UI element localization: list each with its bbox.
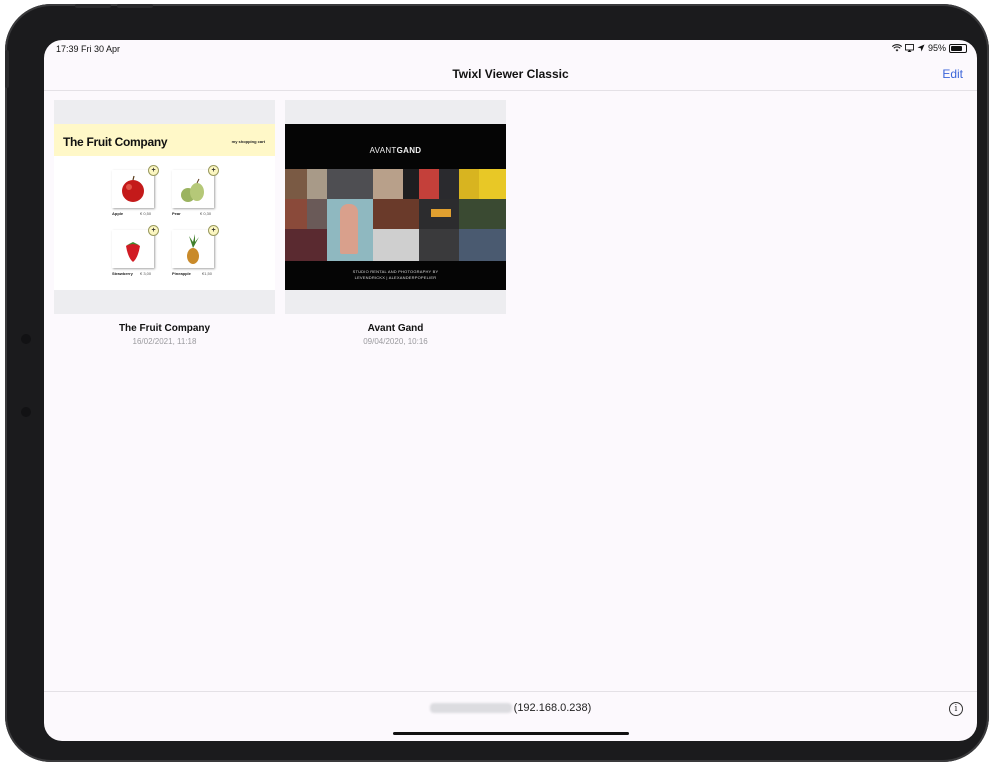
product-name: Strawberry [112, 271, 133, 276]
top-button [75, 4, 111, 8]
publication-date: 16/02/2021, 11:18 [132, 337, 197, 346]
photo-tile [285, 169, 307, 199]
status-time: 17:39 Fri 30 Apr [56, 44, 121, 54]
ipad-device-frame: 17:39 Fri 30 Apr 95% Twixl Viewer Classi… [5, 4, 989, 762]
photo-tile [459, 169, 479, 199]
server-info: (192.168.0.238) [44, 702, 977, 714]
photo-tile [373, 169, 403, 199]
pear-icon [181, 178, 204, 202]
add-to-cart-icon: + [208, 225, 219, 236]
photo-tile [419, 229, 459, 261]
product-card-apple: + [112, 165, 159, 208]
battery-icon [949, 43, 967, 53]
photo-mosaic [285, 169, 506, 261]
battery-percentage: 95% [927, 43, 946, 53]
product-card-pear: + [172, 165, 219, 208]
product-price: € 0,30 [200, 211, 212, 216]
photo-tile [373, 229, 419, 261]
photo-tile [373, 199, 419, 229]
product-name: Apple [112, 211, 124, 216]
home-indicator[interactable] [393, 732, 629, 735]
side-volume-button [5, 50, 9, 88]
publication-thumbnail[interactable]: AVANTGAND STUDIO RENTAL AND PHOTOGRAPHY … [285, 100, 506, 314]
wifi-icon [891, 44, 902, 52]
bottom-toolbar: (192.168.0.238) i [44, 691, 977, 741]
photo-tile [439, 169, 459, 199]
apple-icon [122, 175, 144, 202]
product-price: € 0,50 [140, 211, 152, 216]
redacted-server-name [429, 703, 512, 714]
cover-brand-name: The Fruit Company [63, 135, 168, 149]
status-indicators: 95% [891, 43, 967, 53]
add-to-cart-icon: + [148, 165, 159, 176]
camera-dot [21, 334, 31, 344]
photo-tile [459, 229, 506, 261]
navigation-bar: Twixl Viewer Classic Edit [44, 60, 977, 91]
publication-date: 09/04/2020, 10:16 [363, 337, 428, 346]
photo-tile [419, 169, 439, 199]
cover-logo-bold: GAND [396, 146, 422, 155]
edit-button[interactable]: Edit [942, 67, 963, 81]
product-name: Pear [172, 211, 181, 216]
product-card-pineapple: + [172, 225, 219, 268]
publication-title: The Fruit Company [118, 323, 211, 334]
screen-mirroring-icon [905, 44, 914, 52]
cover-caption: STUDIO RENTAL AND PHOTOGRAPHY BY [352, 269, 439, 274]
fruit-company-cover: The Fruit Company my shopping cart + App… [54, 124, 275, 290]
product-name: Pineapple [172, 271, 191, 276]
avant-gand-cover: AVANTGAND STUDIO RENTAL AND PHOTOGRAPHY … [285, 124, 506, 290]
photo-tile [307, 199, 327, 229]
page-title: Twixl Viewer Classic [452, 67, 569, 81]
location-arrow-icon [917, 44, 925, 52]
product-price: €1,50 [202, 271, 213, 276]
photo-tile [431, 209, 451, 217]
cover-logo-light: AVANT [369, 146, 397, 155]
info-icon[interactable]: i [949, 702, 963, 716]
photo-tile [479, 169, 506, 199]
photo-tile [327, 169, 373, 199]
photo-tile [285, 199, 307, 229]
product-card-strawberry: + [112, 225, 159, 268]
photo-tile [403, 169, 419, 199]
app-screen: 17:39 Fri 30 Apr 95% Twixl Viewer Classi… [44, 40, 977, 741]
publication-title: Avant Gand [367, 323, 424, 334]
cover-banner: The Fruit Company my shopping cart [54, 124, 275, 156]
photo-tile [307, 169, 327, 199]
pineapple-icon [187, 234, 199, 264]
camera-dot [21, 407, 31, 417]
photo-tile [340, 204, 358, 254]
publication-item-avant-gand[interactable]: AVANTGAND STUDIO RENTAL AND PHOTOGRAPHY … [285, 100, 506, 346]
add-to-cart-icon: + [148, 225, 159, 236]
product-price: € 3,00 [140, 271, 152, 276]
publication-item-fruit-company[interactable]: The Fruit Company my shopping cart + App… [54, 100, 275, 346]
photo-tile [285, 229, 327, 261]
server-address: (192.168.0.238) [513, 702, 592, 714]
publication-thumbnail[interactable]: The Fruit Company my shopping cart + App… [54, 100, 275, 314]
battery-level [951, 45, 963, 51]
cover-caption: LEVENDRICKX | ALEXANDERPOPELIER [354, 275, 437, 280]
cover-cart-label: my shopping cart [231, 139, 265, 144]
status-bar: 17:39 Fri 30 Apr 95% [44, 40, 977, 60]
add-to-cart-icon: + [208, 165, 219, 176]
photo-tile [459, 199, 506, 229]
strawberry-icon [126, 242, 140, 262]
cover-logo: AVANTGAND [285, 146, 506, 155]
top-button [117, 4, 153, 8]
